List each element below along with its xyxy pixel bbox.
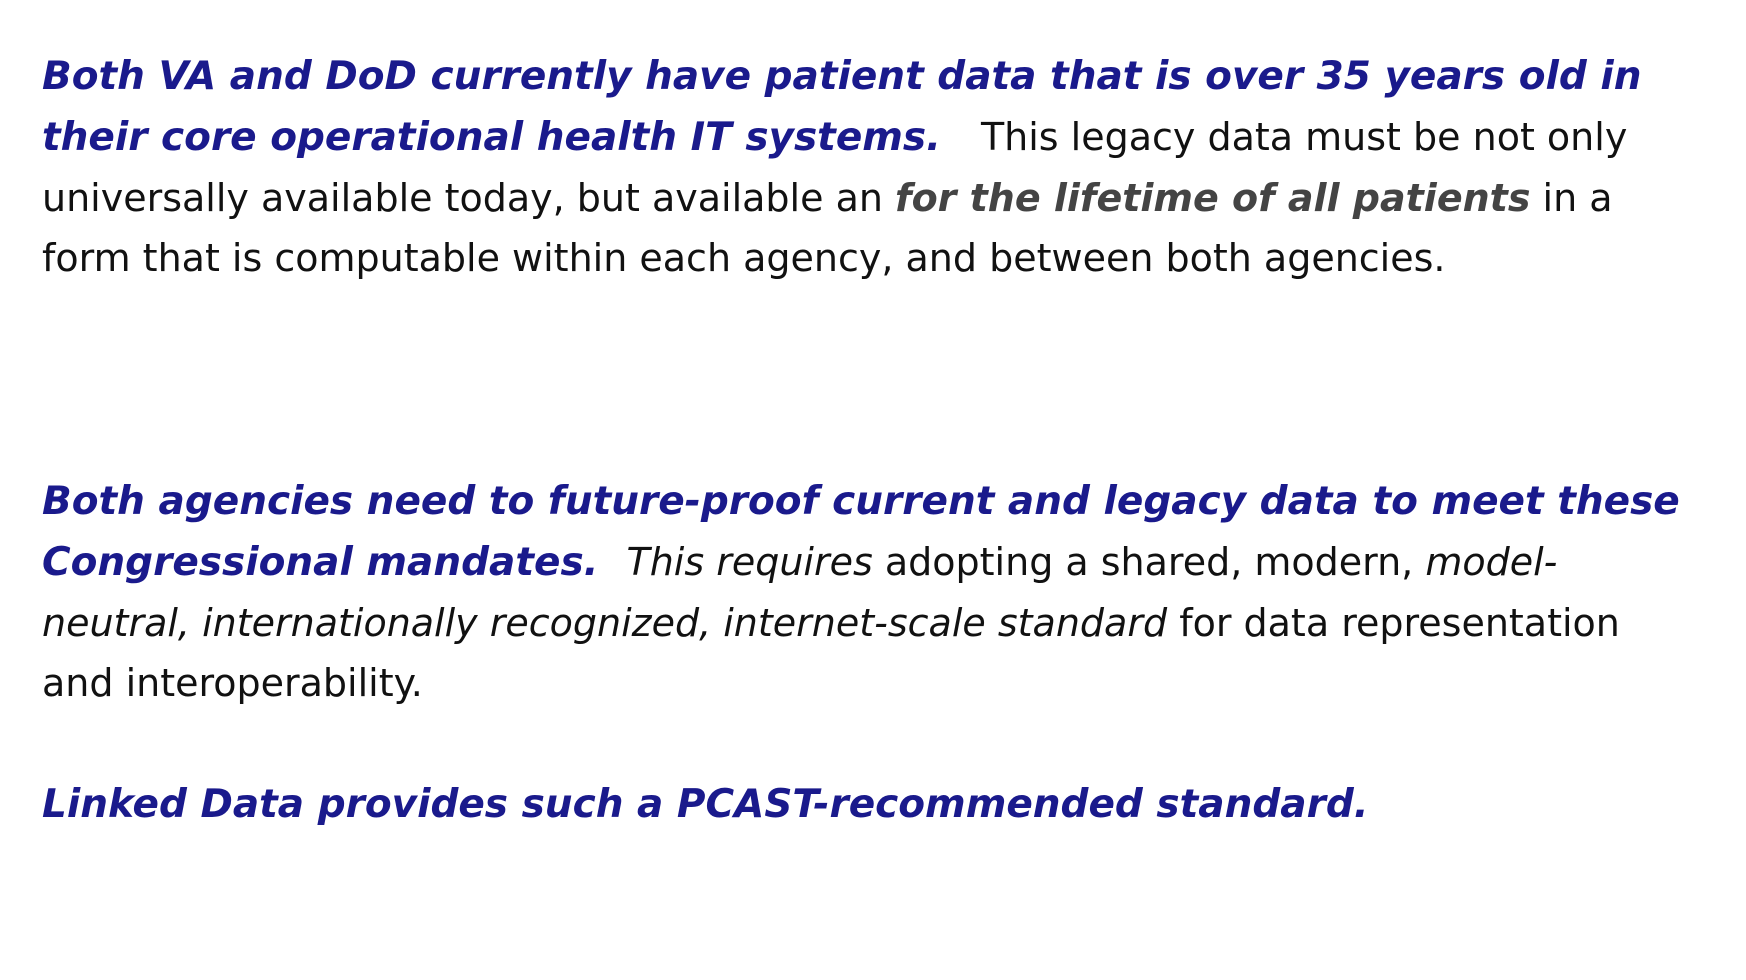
slide: Both VA and DoD currently have patient d… xyxy=(0,0,1746,980)
italic-this-requires: This requires xyxy=(626,540,873,584)
paragraph-future-proof: Both agencies need to future-proof curre… xyxy=(42,471,1682,713)
paragraph-linked-data: Linked Data provides such a PCAST-recomm… xyxy=(42,774,1682,835)
emphasis-lifetime: for the lifetime of all patients xyxy=(895,176,1531,220)
paragraph-legacy-data: Both VA and DoD currently have patient d… xyxy=(42,46,1682,288)
lead-statement-linked-data: Linked Data provides such a PCAST-recomm… xyxy=(42,782,1369,827)
body-text-future-1: adopting a shared, modern, xyxy=(884,540,1414,584)
